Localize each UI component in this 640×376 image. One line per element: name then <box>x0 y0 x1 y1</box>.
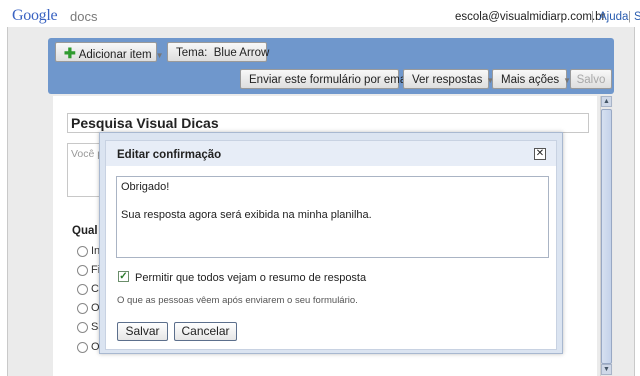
option-radio[interactable] <box>77 342 88 353</box>
public-summary-checkbox[interactable]: ✓ <box>118 271 129 282</box>
more-actions-label: Mais ações <box>501 74 560 86</box>
message-line-1: Obrigado! <box>121 181 170 193</box>
scrollbar-thumb[interactable] <box>601 109 612 364</box>
account-email: escola@visualmidiarp.com.br <box>455 11 606 23</box>
add-item-button[interactable]: ✚ Adicionar item ▼ <box>55 42 164 62</box>
theme-label: Tema: <box>176 47 208 59</box>
scroll-down-icon[interactable]: ▼ <box>601 364 612 375</box>
save-status-label: Salvo <box>576 74 606 86</box>
header-separator-2: | <box>628 11 631 23</box>
option-radio[interactable] <box>77 265 88 276</box>
view-responses-label: Ver respostas <box>412 74 483 86</box>
view-responses-button[interactable]: Ver respostas ▼ <box>403 69 494 89</box>
form-title-input[interactable]: Pesquisa Visual Dicas <box>67 113 589 133</box>
cancel-button[interactable]: Cancelar <box>174 322 237 341</box>
send-email-button[interactable]: Enviar este formulário por email <box>240 69 411 89</box>
close-icon[interactable]: ✕ <box>534 148 546 160</box>
confirmation-message-input[interactable]: Obrigado! Sua resposta agora será exibid… <box>116 176 549 258</box>
send-email-label: Enviar este formulário por email <box>249 74 412 86</box>
theme-value: Blue Arrow <box>213 47 270 59</box>
docs-logo-text[interactable]: docs <box>70 9 97 24</box>
more-actions-button[interactable]: Mais ações ▼ <box>492 69 571 89</box>
google-logo[interactable]: Google <box>12 7 58 25</box>
chevron-down-icon: ▼ <box>155 51 164 60</box>
scroll-up-icon[interactable]: ▲ <box>601 96 612 107</box>
option-radio[interactable] <box>77 284 88 295</box>
message-line-2: Sua resposta agora será exibida na minha… <box>121 209 372 221</box>
header-link-fragment[interactable]: S <box>634 11 640 23</box>
option-radio[interactable] <box>77 322 88 333</box>
public-summary-label: Permitir que todos vejam o resumo de res… <box>135 272 367 284</box>
header-separator: | <box>591 11 594 23</box>
option-radio[interactable] <box>77 246 88 257</box>
checkmark-icon: ✓ <box>119 271 128 282</box>
dialog-title: Editar confirmação <box>117 149 222 161</box>
help-link[interactable]: Ajuda <box>599 11 628 23</box>
save-status-button[interactable]: Salvo <box>570 69 612 89</box>
add-item-label: Adicionar item <box>78 49 152 61</box>
confirmation-hint: O que as pessoas vêem após enviarem o se… <box>117 295 358 306</box>
plus-icon: ✚ <box>64 45 76 61</box>
save-button[interactable]: Salvar <box>117 322 168 341</box>
option-radio[interactable] <box>77 303 88 314</box>
theme-button[interactable]: Tema: Blue Arrow <box>167 42 270 62</box>
